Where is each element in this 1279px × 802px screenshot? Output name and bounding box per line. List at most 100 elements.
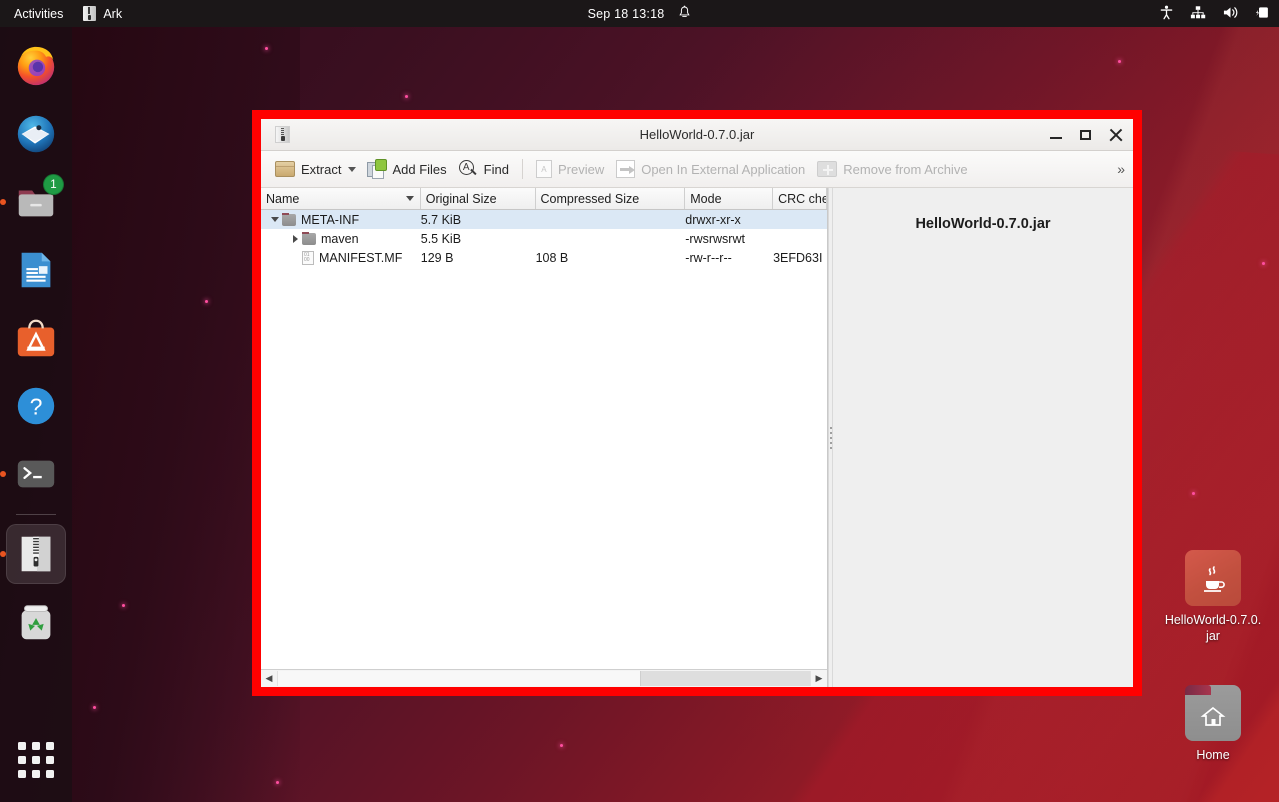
grid-dot (18, 742, 26, 750)
search-icon: A (459, 160, 478, 179)
find-label: Find (484, 162, 509, 177)
dock-item-ark[interactable] (6, 524, 66, 584)
file-list-pane: Name Original Size Compressed Size Mode … (261, 188, 828, 687)
accessibility-icon[interactable] (1159, 5, 1174, 23)
running-indicator (0, 551, 6, 557)
ark-window: HelloWorld-0.7.0.jar Extract Add Files (261, 119, 1133, 687)
dock-item-terminal[interactable] (6, 444, 66, 504)
show-applications-button[interactable] (6, 730, 66, 790)
activities-button[interactable]: Activities (0, 0, 73, 27)
ubuntu-software-icon (13, 315, 59, 361)
maximize-icon[interactable] (1079, 128, 1093, 142)
close-icon[interactable] (1109, 128, 1123, 142)
remove-icon (817, 161, 837, 177)
grid-dot (32, 756, 40, 764)
minimize-icon[interactable] (1049, 128, 1063, 142)
dock-item-thunderbird[interactable] (6, 104, 66, 164)
column-header-name[interactable]: Name (261, 188, 421, 209)
column-header-crc[interactable]: CRC che (773, 188, 827, 209)
window-body: Name Original Size Compressed Size Mode … (261, 188, 1133, 687)
preview-button[interactable]: A Preview (530, 155, 610, 183)
system-top-bar: Activities Ark Sep 18 13:18 (0, 0, 1279, 27)
sort-descending-icon (406, 196, 414, 201)
scrollbar-trough[interactable] (641, 671, 810, 686)
dock-item-help[interactable]: ? (6, 376, 66, 436)
top-bar-app-name: Ark (103, 7, 122, 21)
wallpaper-spark (1192, 492, 1195, 495)
table-row[interactable]: maven 5.5 KiB -rwsrwsrwt (261, 229, 827, 248)
top-bar-status-area[interactable] (1159, 5, 1271, 23)
archive-info-pane: HelloWorld-0.7.0.jar (833, 188, 1133, 687)
folder-icon (282, 214, 296, 226)
remove-from-archive-button[interactable]: Remove from Archive (811, 155, 973, 183)
row-mode: drwxr-xr-x (685, 213, 773, 227)
bell-icon[interactable] (678, 5, 691, 23)
scroll-right-arrow-icon[interactable]: ▶ (811, 671, 827, 687)
open-external-icon (616, 160, 635, 178)
dock-item-firefox[interactable] (6, 36, 66, 96)
expander-open-icon[interactable] (268, 213, 282, 227)
favorites-dock: 1 ? (0, 27, 72, 802)
file-list[interactable]: META-INF 5.7 KiB drwxr-xr-x maven (261, 210, 827, 669)
folder-icon (302, 233, 316, 245)
desktop-icon-home-folder[interactable]: Home (1158, 685, 1268, 763)
toolbar-overflow-button[interactable]: » (1117, 161, 1124, 177)
grid-dot (46, 742, 54, 750)
column-header-compressed-size[interactable]: Compressed Size (536, 188, 686, 209)
battery-icon[interactable] (1255, 5, 1271, 23)
find-button[interactable]: A Find (453, 155, 515, 183)
horizontal-scrollbar[interactable]: ◀ ▶ (261, 669, 827, 687)
add-files-button[interactable]: Add Files (361, 155, 452, 183)
home-folder-icon (1185, 685, 1241, 741)
row-original-size: 5.7 KiB (421, 213, 536, 227)
wallpaper-spark (93, 706, 96, 709)
splitter-grip (830, 427, 832, 449)
wallpaper-spark (205, 300, 208, 303)
wallpaper-spark (560, 744, 563, 747)
java-coffee-icon (1185, 550, 1241, 606)
column-header-label: Name (266, 192, 299, 206)
row-original-size: 129 B (421, 251, 536, 265)
wallpaper-spark (276, 781, 279, 784)
column-header-mode[interactable]: Mode (685, 188, 773, 209)
scrollbar-thumb[interactable] (278, 671, 641, 686)
main-toolbar: Extract Add Files A Find A Preview (261, 151, 1133, 188)
expander-closed-icon[interactable] (288, 232, 302, 246)
open-external-application-button[interactable]: Open In External Application (610, 155, 811, 183)
table-row[interactable]: META-INF 5.7 KiB drwxr-xr-x (261, 210, 827, 229)
desktop-icon-jar-file[interactable]: HelloWorld-0.7.0. jar (1158, 550, 1268, 644)
dock-item-trash[interactable] (6, 592, 66, 652)
network-icon[interactable] (1190, 5, 1206, 23)
top-bar-center: Sep 18 13:18 (0, 5, 1279, 23)
window-controls (1049, 128, 1123, 142)
document-writer-icon (13, 247, 59, 293)
column-header-original-size[interactable]: Original Size (421, 188, 536, 209)
svg-text:?: ? (30, 394, 43, 420)
dock-separator (16, 514, 56, 515)
chevron-down-icon[interactable] (348, 167, 356, 172)
dock-item-ubuntu-software[interactable] (6, 308, 66, 368)
top-bar-app-indicator[interactable]: Ark (73, 0, 132, 27)
volume-icon[interactable] (1222, 5, 1239, 23)
remove-label: Remove from Archive (843, 162, 967, 177)
running-indicator (0, 199, 6, 205)
column-header-label: Compressed Size (541, 192, 640, 206)
toolbar-separator (522, 159, 523, 179)
row-name: maven (321, 232, 359, 246)
extract-button[interactable]: Extract (269, 155, 347, 183)
clock[interactable]: Sep 18 13:18 (588, 7, 665, 21)
table-row[interactable]: 0100 MANIFEST.MF 129 B 108 B -rw-r--r-- … (261, 248, 827, 267)
column-header-label: Mode (690, 192, 721, 206)
column-header-label: CRC che (778, 192, 827, 206)
scroll-left-arrow-icon[interactable]: ◀ (261, 671, 277, 687)
grid-dot (46, 756, 54, 764)
row-name: MANIFEST.MF (319, 251, 402, 265)
dock-item-libreoffice-writer[interactable] (6, 240, 66, 300)
dock-item-files[interactable]: 1 (6, 172, 66, 232)
row-name-cell: maven (261, 232, 421, 246)
file-list-header: Name Original Size Compressed Size Mode … (261, 188, 827, 210)
terminal-icon (13, 451, 59, 497)
scrollbar-track[interactable] (277, 671, 811, 686)
files-badge-count: 1 (43, 174, 64, 195)
desktop-icon-label-line2: jar (1158, 628, 1268, 644)
